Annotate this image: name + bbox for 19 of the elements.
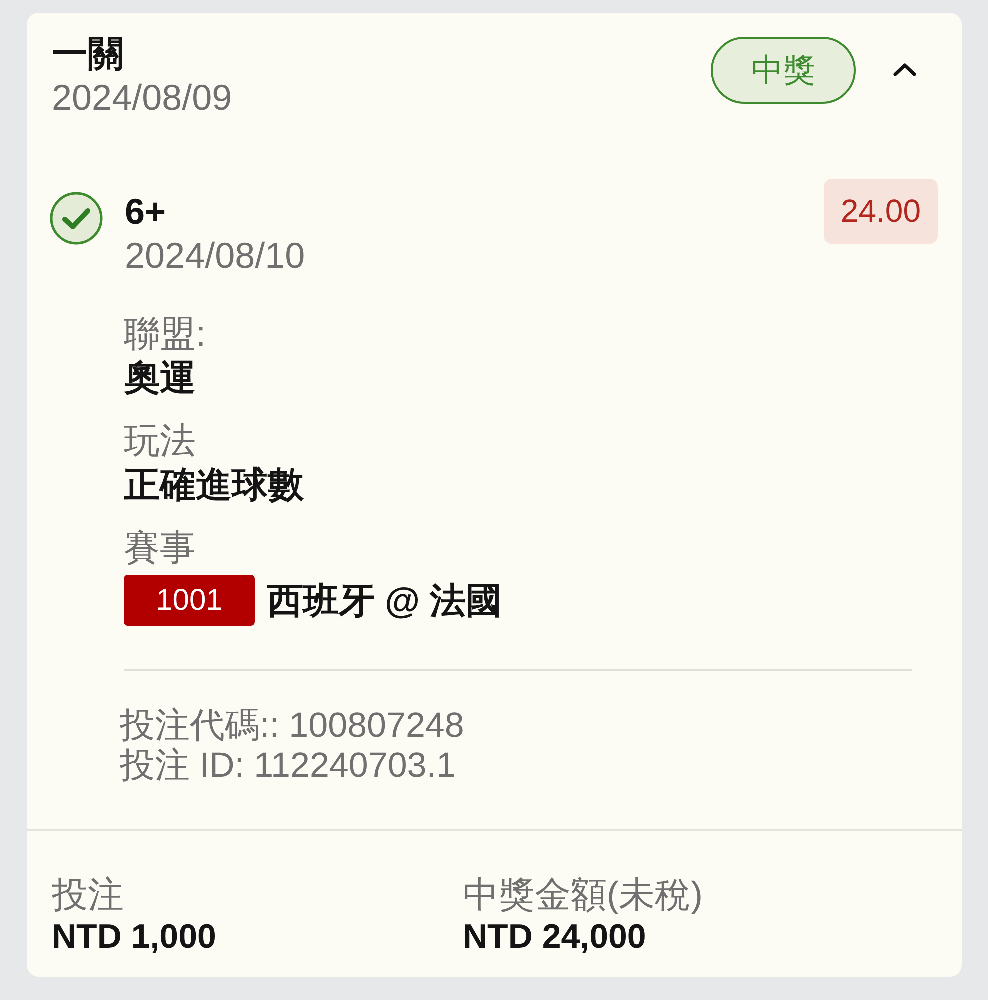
summary-value: NTD 24,000	[463, 917, 646, 957]
detail-value: 正確進球數	[124, 463, 304, 507]
selection-date: 2024/08/10	[125, 234, 306, 278]
detail-label: 聯盟:	[124, 312, 206, 356]
selection-name: 6+	[125, 190, 166, 234]
bet-title: 一關	[52, 32, 124, 76]
reference-text: 投注 ID: 112240703.1	[120, 746, 456, 786]
summary-label: 投注	[52, 873, 124, 917]
detail-label: 賽事	[124, 526, 196, 570]
bet-date: 2024/08/09	[52, 76, 232, 120]
match-teams: 西班牙 @ 法國	[267, 578, 502, 622]
status-badge: 中獎	[711, 37, 856, 104]
odds-badge: 24.00	[824, 179, 938, 244]
summary-label: 中獎金額(未稅)	[463, 873, 703, 917]
detail-value: 奧運	[124, 356, 196, 400]
reference-text: 投注代碼:: 100807248	[120, 706, 464, 746]
match-number-tag: 1001	[124, 575, 255, 626]
summary-value: NTD 1,000	[52, 917, 216, 957]
detail-label: 玩法	[124, 419, 196, 463]
